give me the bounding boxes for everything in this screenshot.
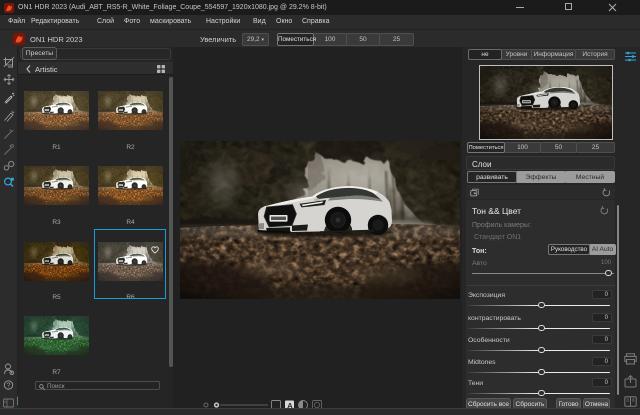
svg-text:?: ? xyxy=(7,383,11,390)
